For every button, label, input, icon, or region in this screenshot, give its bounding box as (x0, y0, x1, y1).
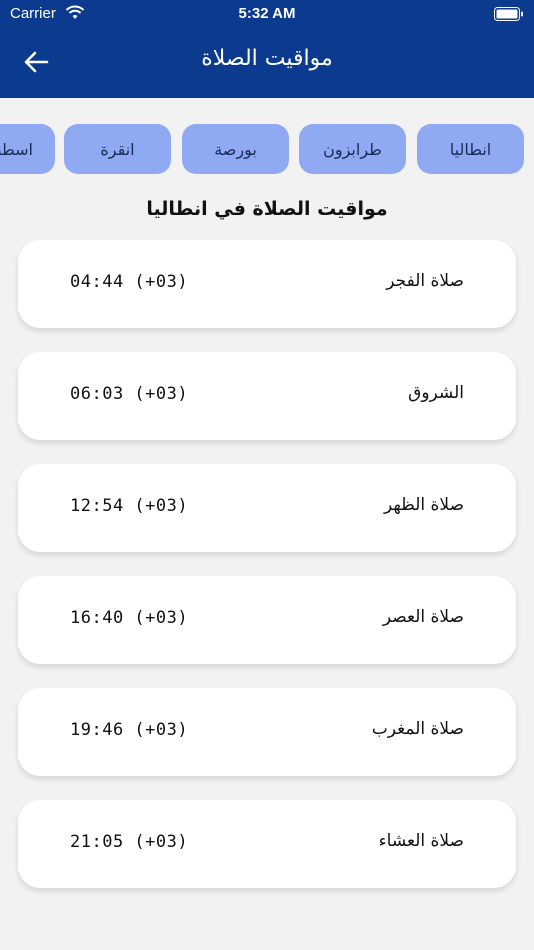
city-chip-bursa[interactable]: بورصة (182, 124, 289, 174)
app-header: Carrier 5:32 AM مواقيت الصلاة (0, 0, 534, 98)
prayer-card-dhuhr: صلاة الظهر 12:54 (+03) (18, 464, 516, 552)
prayer-card-isha: صلاة العشاء 21:05 (+03) (18, 800, 516, 888)
section-title: مواقيت الصلاة في انطاليا (146, 198, 388, 220)
prayer-card-asr: صلاة العصر 16:40 (+03) (18, 576, 516, 664)
prayer-card-maghrib: صلاة المغرب 19:46 (+03) (18, 688, 516, 776)
prayer-time: 21:05 (+03) (70, 832, 189, 852)
prayer-name: صلاة الظهر (384, 495, 464, 515)
prayer-time: 19:46 (+03) (70, 720, 189, 740)
prayer-card-sunrise: الشروق 06:03 (+03) (18, 352, 516, 440)
status-bar: Carrier 5:32 AM (0, 0, 534, 28)
battery-icon (494, 7, 524, 21)
prayer-card-fajr: صلاة الفجر 04:44 (+03) (18, 240, 516, 328)
city-chip-ankara[interactable]: انقرة (64, 124, 171, 174)
prayer-time: 06:03 (+03) (70, 384, 189, 404)
city-chip-istanbul-label: اسطنبول (0, 139, 33, 159)
prayer-name: صلاة العصر (382, 607, 464, 627)
prayer-name: صلاة المغرب (371, 719, 464, 739)
city-chips: انطاليا طرابزون بورصة انقرة اسطنبول (0, 124, 534, 174)
prayer-time: 12:54 (+03) (70, 496, 189, 516)
prayer-name: صلاة الفجر (386, 271, 464, 291)
prayer-time: 04:44 (+03) (70, 272, 189, 292)
prayer-name: صلاة العشاء (378, 831, 464, 851)
prayer-name: الشروق (408, 383, 464, 403)
nav-bar: مواقيت الصلاة (0, 28, 534, 98)
city-chip-istanbul[interactable]: اسطنبول (0, 124, 55, 174)
status-time: 5:32 AM (238, 5, 296, 22)
city-chip-trabzon[interactable]: طرابزون (299, 124, 406, 174)
prayer-time: 16:40 (+03) (70, 608, 189, 628)
city-chip-antalya[interactable]: انطاليا (417, 124, 524, 174)
page-title: مواقيت الصلاة (201, 46, 333, 71)
